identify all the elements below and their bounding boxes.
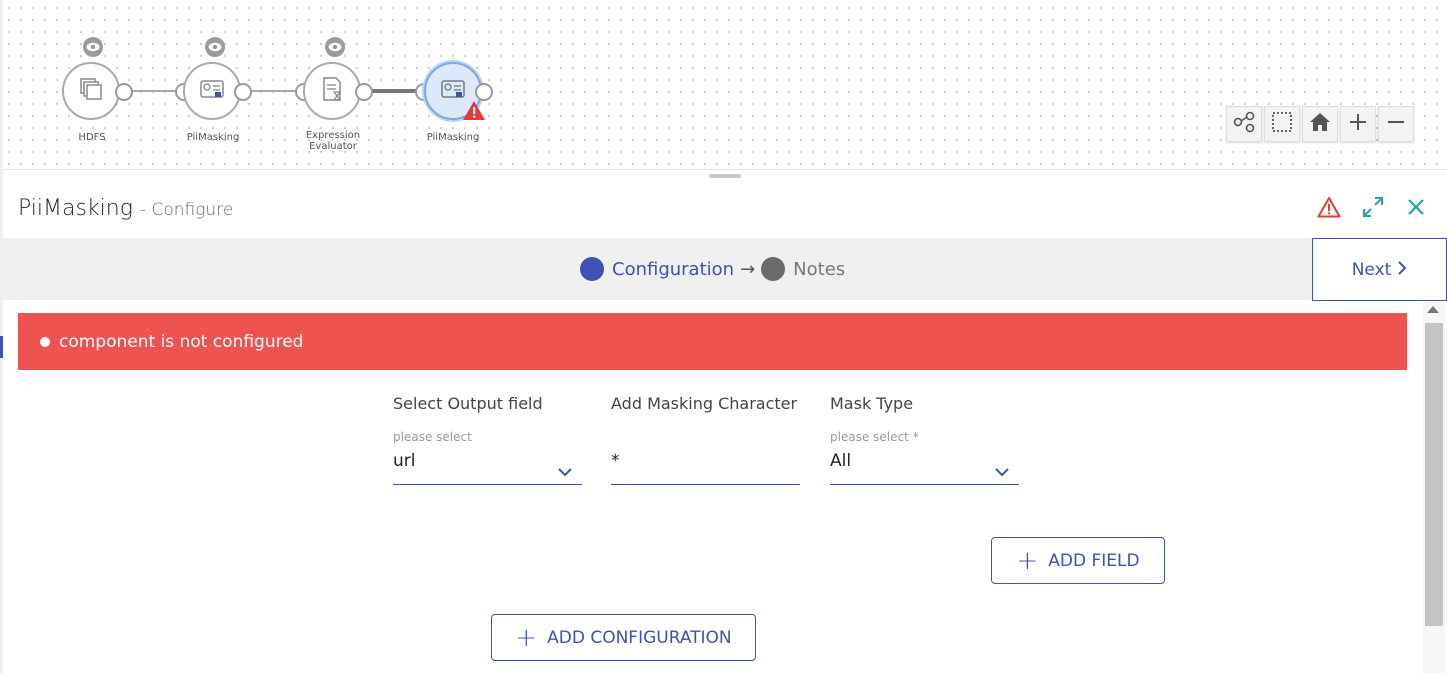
add-field-button[interactable]: + ADD FIELD (991, 537, 1165, 584)
node-label: PiiMasking (186, 132, 240, 143)
masking-character-value: * (611, 451, 620, 471)
error-banner: component is not configured (18, 313, 1407, 370)
eye-icon[interactable] (325, 37, 345, 57)
eye-icon[interactable] (83, 37, 103, 57)
node-label: HDFS (78, 132, 106, 143)
scrollbar-thumb[interactable] (1425, 323, 1443, 626)
output-field-select[interactable]: please select url (393, 430, 582, 485)
panel-title-text: PiiMasking (18, 196, 133, 221)
auto-layout-icon (1233, 111, 1255, 137)
step-notes[interactable]: Notes (793, 259, 845, 280)
mask-type-select[interactable]: please select * All (830, 430, 1019, 485)
node-output-port[interactable] (234, 83, 252, 101)
scroll-up-arrow[interactable] (1427, 306, 1439, 313)
zoom-in-icon (1348, 112, 1368, 136)
panel-resize-handle[interactable] (709, 174, 741, 178)
node-label: Expression Evaluator (305, 130, 361, 152)
node-output-port[interactable] (355, 83, 373, 101)
warning-icon (462, 100, 486, 125)
masking-character-heading: Add Masking Character (611, 394, 798, 413)
pipeline: HDFS PiiMasking Expression Evaluator Pii… (3, 2, 603, 169)
pii-masking-icon (199, 76, 225, 106)
expand-icon[interactable] (1361, 195, 1385, 223)
zoom-out-button[interactable] (1378, 106, 1414, 142)
pipeline-edge-active (371, 89, 421, 93)
auto-layout-button[interactable] (1226, 106, 1262, 142)
masking-character-input[interactable]: * (611, 430, 800, 485)
zoom-in-button[interactable] (1340, 106, 1376, 142)
step-configuration[interactable]: Configuration (612, 259, 734, 280)
expression-evaluator-icon (319, 76, 345, 106)
zoom-out-icon (1386, 112, 1406, 136)
close-icon[interactable] (1405, 196, 1427, 222)
step-indicator-next (761, 257, 786, 281)
chevron-down-icon (558, 462, 572, 481)
next-button[interactable]: Next (1312, 238, 1447, 301)
add-field-label: ADD FIELD (1048, 550, 1140, 571)
pipeline-edge (131, 90, 181, 92)
pipeline-node-piimasking[interactable] (183, 62, 241, 120)
masking-character-hint (611, 430, 800, 444)
hdfs-icon (78, 76, 104, 106)
panel-subtitle: - Configure (139, 200, 234, 220)
error-message: component is not configured (59, 331, 304, 352)
add-configuration-label: ADD CONFIGURATION (547, 627, 732, 648)
chevron-down-icon (995, 462, 1009, 481)
step-arrow: → (740, 258, 756, 280)
mask-type-hint: please select * (830, 430, 919, 444)
pipeline-node-hdfs[interactable] (62, 62, 120, 120)
panel-header-actions (1317, 195, 1427, 223)
warning-icon[interactable] (1317, 196, 1341, 222)
output-field-value: url (393, 451, 416, 471)
node-output-port[interactable] (475, 83, 493, 101)
chevron-right-icon (1397, 260, 1407, 280)
next-button-label: Next (1351, 259, 1392, 280)
home-button[interactable] (1302, 106, 1338, 142)
bullet-icon (40, 336, 50, 347)
add-configuration-button[interactable]: + ADD CONFIGURATION (491, 614, 756, 661)
node-label: PiiMasking (426, 132, 480, 143)
pipeline-node-expression-evaluator[interactable] (303, 62, 361, 120)
plus-icon: + (515, 622, 538, 653)
step-indicator-current (580, 257, 604, 281)
select-area-icon (1271, 111, 1293, 137)
pipeline-canvas[interactable]: HDFS PiiMasking Expression Evaluator Pii… (3, 2, 1447, 170)
home-icon (1309, 111, 1331, 137)
plus-icon: + (1016, 545, 1039, 576)
output-field-hint: please select (393, 430, 472, 444)
mask-type-value: All (830, 451, 852, 471)
eye-icon[interactable] (205, 37, 225, 57)
left-edge-marker (0, 336, 3, 358)
wizard-steps: Configuration → Notes (580, 257, 845, 281)
output-field-heading: Select Output field (393, 394, 543, 413)
canvas-toolbar (1226, 106, 1414, 142)
mask-type-heading: Mask Type (830, 394, 914, 413)
panel-title: PiiMasking - Configure (18, 196, 233, 221)
pipeline-edge (251, 90, 301, 92)
select-area-button[interactable] (1264, 106, 1300, 142)
node-output-port[interactable] (115, 83, 133, 101)
